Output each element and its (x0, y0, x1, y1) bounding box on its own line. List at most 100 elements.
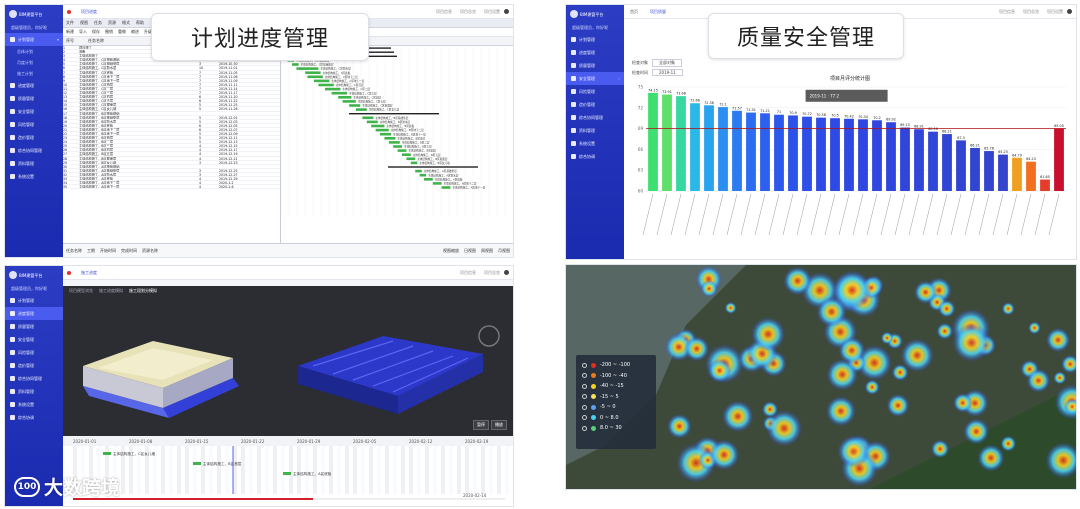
topbar-link[interactable]: 项目设置 (480, 9, 504, 15)
pause-button[interactable]: 暂停 (473, 420, 489, 430)
sidebar-item-docs[interactable]: 资料管理 (566, 124, 624, 137)
sidebar-item-safety[interactable]: 安全管理 (5, 333, 63, 346)
radio-icon[interactable] (582, 394, 587, 400)
sidebar-item-progress[interactable]: 进度管理 (566, 46, 624, 59)
legend-item[interactable]: 8.0 ~ 30 (582, 423, 650, 434)
cell-id: 34 (63, 181, 68, 185)
timeline-column (265, 446, 269, 494)
sidebar-sub-item[interactable]: 总体计划 (5, 46, 63, 57)
menu-item[interactable]: 视图 (80, 20, 88, 26)
sidebar-item-cost[interactable]: 造价管理 (566, 98, 624, 111)
check-icon (571, 63, 576, 68)
sidebar-item-plan[interactable]: 计划管理 ▾ (5, 33, 63, 46)
heat-blob (953, 393, 973, 413)
sidebar-item-settings[interactable]: 系统设置 (5, 398, 63, 411)
sidebar-item-quality[interactable]: 质量管理 (566, 59, 624, 72)
topbar-link[interactable]: 项目信息 (456, 270, 480, 276)
menu-item[interactable]: 任务 (94, 20, 102, 26)
data-label: 72.1 (719, 103, 727, 107)
x-tick-label (698, 193, 710, 236)
filter-object-select[interactable]: 全部对象 (652, 59, 682, 67)
sidebar-item-cost[interactable]: 造价管理 (5, 131, 63, 144)
radio-icon[interactable] (582, 373, 587, 379)
menu-item[interactable]: 资源 (108, 20, 116, 26)
sidebar-item-settings[interactable]: 系统设置 (566, 137, 624, 150)
table-row[interactable]: 35 主体结构施工，A区地下一层 4 2020-1-6 (63, 185, 280, 190)
cell-task-name: 主体结构施工，B区地下一层 (79, 131, 120, 136)
radio-icon[interactable] (582, 383, 587, 389)
toolbar-button[interactable]: 重做 (118, 29, 126, 35)
sidebar-item-progress[interactable]: 进度管理 (5, 79, 63, 92)
view-button[interactable]: 视图缩放 (443, 248, 459, 254)
x-tick-label (936, 193, 948, 236)
sidebar-item-settings[interactable]: 系统设置 (5, 170, 63, 183)
bar (690, 103, 700, 191)
sidebar-item-docs[interactable]: 资料管理 (5, 385, 63, 398)
cell-duration: 3 (199, 160, 202, 164)
sidebar-item-plan[interactable]: 计划管理 (5, 294, 63, 307)
legend-item[interactable]: -40 ~ -15 (582, 381, 650, 392)
toolbar-button[interactable]: 缩进 (131, 29, 139, 35)
timeline-date: 2020-02-19 (465, 439, 489, 444)
sidebar-item-quality[interactable]: 质量管理 (5, 92, 63, 105)
tab-home[interactable]: 首页 (624, 9, 644, 15)
sidebar-sub-item[interactable]: 月度计划 (5, 57, 63, 68)
cell-duration (199, 112, 219, 115)
sidebar-item-collab[interactable]: 综合协同管理 (5, 372, 63, 385)
sidebar-item-safety[interactable]: 安全管理 (5, 105, 63, 118)
radio-icon[interactable] (582, 425, 587, 431)
task-bar (362, 116, 374, 120)
legend-item[interactable]: -5 ~ 0 (582, 402, 650, 413)
toolbar-button[interactable]: 新建 (66, 29, 74, 35)
sidebar-item-docs[interactable]: 资料管理 (5, 157, 63, 170)
topbar-link[interactable]: 项目总览 (1019, 9, 1043, 15)
legend-item[interactable]: 0 ~ 8.0 (582, 413, 650, 424)
avatar[interactable] (504, 9, 509, 14)
sidebar-item-coord[interactable]: 综合协调 (566, 150, 624, 163)
users-icon (10, 148, 15, 153)
sidebar-item-quality[interactable]: 质量管理 (5, 320, 63, 333)
compass-icon[interactable] (478, 325, 500, 347)
topbar-link[interactable]: 项目总览 (480, 270, 504, 276)
legend-item[interactable]: -15 ~ 5 (582, 392, 650, 403)
cell-start: 2020-1-6 (219, 185, 234, 189)
legend-item[interactable]: -100 ~ -40 (582, 371, 650, 382)
tab-quality[interactable]: 项目质量 (644, 9, 672, 15)
topbar-link[interactable]: 项目设置 (1043, 9, 1067, 15)
avatar[interactable] (1067, 9, 1072, 14)
menu-item[interactable]: 格式 (122, 20, 130, 26)
sidebar-item-cost[interactable]: 造价管理 (5, 359, 63, 372)
topbar-link[interactable]: 项目信息 (432, 9, 456, 15)
bar (732, 110, 742, 191)
tab-schedule[interactable]: 项目进度 (75, 9, 103, 15)
menu-item[interactable]: 帮助 (136, 20, 144, 26)
tab-bim[interactable]: 施工进度 (75, 270, 103, 276)
sidebar-item-risk[interactable]: 风险管理 (566, 85, 624, 98)
toolbar-button[interactable]: 撤销 (105, 29, 113, 35)
sidebar-item-collab[interactable]: 综合协同管理 (566, 111, 624, 124)
topbar-link[interactable]: 项目信息 (995, 9, 1019, 15)
radio-icon[interactable] (582, 404, 587, 410)
sidebar-item-collab[interactable]: 综合协同管理 (5, 144, 63, 157)
sidebar-item-progress[interactable]: 进度管理 (5, 307, 63, 320)
cell-duration: 4 (199, 144, 202, 148)
radio-icon[interactable] (582, 415, 587, 421)
sidebar-sub-item[interactable]: 施工计划 (5, 68, 63, 79)
toolbar-button[interactable]: 导入 (79, 29, 87, 35)
legend-item[interactable]: -200 ~ -100 (582, 360, 650, 371)
sidebar-item-risk[interactable]: 风险管理 (5, 118, 63, 131)
radio-icon[interactable] (582, 362, 587, 368)
sidebar-item-coord[interactable]: 综合协调 (5, 411, 63, 424)
sidebar-item-safety[interactable]: 安全管理 › (566, 72, 624, 85)
sidebar-item-plan[interactable]: 计划管理 (566, 33, 624, 46)
avatar[interactable] (504, 270, 509, 275)
menu-item[interactable]: 文件 (66, 20, 74, 26)
sidebar-item-risk[interactable]: 风险管理 (5, 346, 63, 359)
toolbar-button[interactable]: 保存 (92, 29, 100, 35)
cell-id: 31 (63, 168, 68, 172)
topbar-link[interactable]: 项目总览 (456, 9, 480, 15)
play-button[interactable]: 播放 (491, 420, 507, 430)
view-button[interactable]: 月视图 (498, 248, 510, 254)
view-button[interactable]: 周视图 (481, 248, 493, 254)
view-button[interactable]: 日视图 (464, 248, 476, 254)
